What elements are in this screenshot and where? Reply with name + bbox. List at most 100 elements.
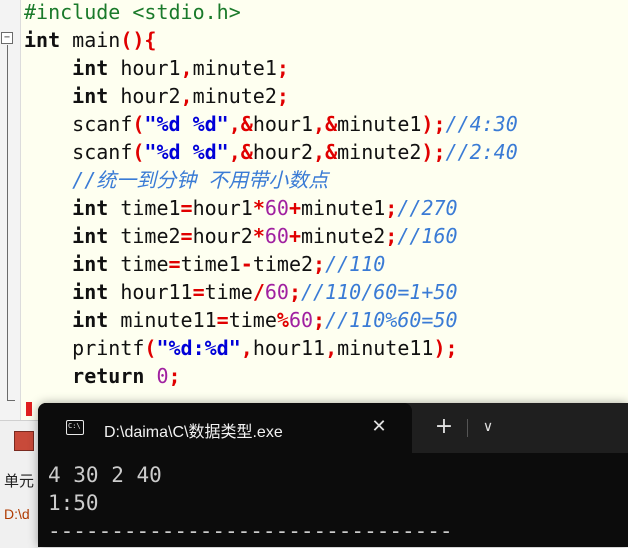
code-token-op: ;: [276, 84, 289, 108]
terminal-window[interactable]: C:\ D:\daima\C\数据类型.exe ✕ + ∨ 4 30 2 40 …: [38, 403, 628, 547]
code-line[interactable]: //统一到分钟 不用带小数点: [24, 166, 328, 194]
chevron-down-icon[interactable]: ∨: [477, 416, 499, 438]
code-token-op: ,&: [228, 140, 253, 164]
code-token-op: ;: [288, 280, 301, 304]
code-token-num: 0: [156, 364, 169, 388]
code-token-op: *: [252, 196, 265, 220]
code-token-id: minute2: [337, 140, 422, 164]
code-token-id: scanf: [24, 112, 133, 136]
code-token-op: ;: [168, 364, 181, 388]
compiler-icon[interactable]: [14, 431, 34, 451]
code-token-id: time: [108, 252, 169, 276]
code-token-cm: //110%60=50: [325, 308, 458, 332]
fold-guide-line: [7, 45, 8, 400]
code-token-op: %: [276, 308, 289, 332]
terminal-titlebar[interactable]: C:\ D:\daima\C\数据类型.exe ✕ + ∨: [38, 403, 628, 453]
code-token-id: hour1: [192, 196, 253, 220]
code-token-op: =: [216, 308, 229, 332]
code-line[interactable]: int minute11=time%60;//110%60=50: [24, 306, 458, 334]
code-token-id: main: [60, 28, 121, 52]
code-token-id: [24, 252, 72, 276]
code-token-id: time1: [108, 196, 181, 220]
code-line[interactable]: scanf("%d %d",&hour2,&minute2);//2:40: [24, 138, 518, 166]
code-line[interactable]: int hour2,minute2;: [24, 82, 289, 110]
code-line[interactable]: scanf("%d %d",&hour1,&minute1);//4:30: [24, 110, 518, 138]
code-token-op: =: [192, 280, 205, 304]
code-token-op: (: [144, 336, 157, 360]
code-token-kw: int: [72, 196, 109, 220]
code-token-id: hour2: [252, 140, 314, 164]
fold-toggle-icon[interactable]: −: [1, 32, 13, 44]
code-token-op: ,: [240, 336, 253, 360]
code-token-op: =: [180, 196, 193, 220]
code-token-cm: //2:40: [445, 140, 518, 164]
code-token-id: minute11: [337, 336, 434, 360]
code-token-kw: int: [72, 308, 109, 332]
code-line[interactable]: printf("%d:%d",hour11,minute11);: [24, 334, 457, 362]
ide-path-label: D:\d: [4, 506, 30, 522]
code-token-id: minute2: [301, 224, 386, 248]
console-icon: C:\: [66, 420, 84, 435]
terminal-output-line: --------------------------------: [48, 519, 453, 543]
code-token-pp: #include <stdio.h>: [24, 0, 241, 24]
new-tab-button[interactable]: +: [432, 415, 456, 439]
code-token-str: "%d:%d": [156, 336, 241, 360]
code-line[interactable]: int hour1,minute1;: [24, 54, 289, 82]
code-token-id: [24, 364, 72, 388]
code-token-kw: int: [72, 280, 109, 304]
terminal-output-line: 1:50: [48, 491, 99, 515]
code-token-id: time: [228, 308, 277, 332]
code-token-cm: //110: [325, 252, 386, 276]
code-token-op: );: [421, 140, 446, 164]
code-token-cm: //4:30: [445, 112, 518, 136]
code-token-op: ,&: [228, 112, 253, 136]
code-line[interactable]: int time2=hour2*60+minute2;//160: [24, 222, 457, 250]
code-token-kw: int: [72, 56, 109, 80]
code-token-id: time2: [252, 252, 314, 276]
code-token-op: ,: [325, 336, 338, 360]
code-token-op: +: [288, 196, 301, 220]
code-token-op: ;: [313, 308, 326, 332]
code-token-id: [24, 56, 72, 80]
code-token-id: [24, 84, 72, 108]
code-token-id: minute1: [192, 56, 277, 80]
code-token-op: ,: [180, 84, 193, 108]
code-token-id: [24, 308, 72, 332]
code-token-id: [24, 168, 72, 192]
code-token-id: hour11: [108, 280, 193, 304]
code-token-op: (: [132, 140, 145, 164]
code-token-op: =: [168, 252, 181, 276]
code-token-id: hour2: [108, 84, 181, 108]
code-token-id: minute1: [337, 112, 422, 136]
code-token-op: ;: [313, 252, 326, 276]
code-token-str: "%d %d": [144, 140, 229, 164]
brace-match-marker: [26, 402, 32, 416]
code-token-id: minute11: [108, 308, 217, 332]
code-token-id: scanf: [24, 140, 133, 164]
code-token-num: 60: [264, 280, 289, 304]
code-token-id: [144, 364, 156, 388]
code-token-id: printf: [24, 336, 145, 360]
code-token-kw: return: [72, 364, 145, 388]
terminal-tab-title: D:\daima\C\数据类型.exe: [104, 424, 283, 441]
code-token-kw: int: [72, 84, 109, 108]
code-token-id: minute2: [192, 84, 277, 108]
code-token-id: [24, 280, 72, 304]
code-token-id: hour1: [252, 112, 314, 136]
code-token-op: ;: [385, 224, 398, 248]
code-token-id: hour1: [108, 56, 181, 80]
code-line[interactable]: int hour11=time/60;//110/60=1+50: [24, 278, 457, 306]
terminal-tab[interactable]: C:\ D:\daima\C\数据类型.exe ✕: [38, 403, 412, 453]
code-line[interactable]: #include <stdio.h>: [24, 0, 241, 26]
code-line[interactable]: int main(){: [24, 26, 156, 54]
code-line[interactable]: int time1=hour1*60+minute1;//270: [24, 194, 457, 222]
code-token-num: 60: [288, 308, 314, 332]
code-line[interactable]: int time=time1-time2;//110: [24, 250, 385, 278]
terminal-output-line: 4 30 2 40: [48, 463, 162, 487]
code-token-op: ,: [180, 56, 193, 80]
code-token-id: time: [204, 280, 253, 304]
close-icon[interactable]: ✕: [368, 416, 390, 438]
code-line[interactable]: return 0;: [24, 362, 181, 390]
code-token-id: [24, 196, 72, 220]
code-token-id: hour11: [252, 336, 326, 360]
